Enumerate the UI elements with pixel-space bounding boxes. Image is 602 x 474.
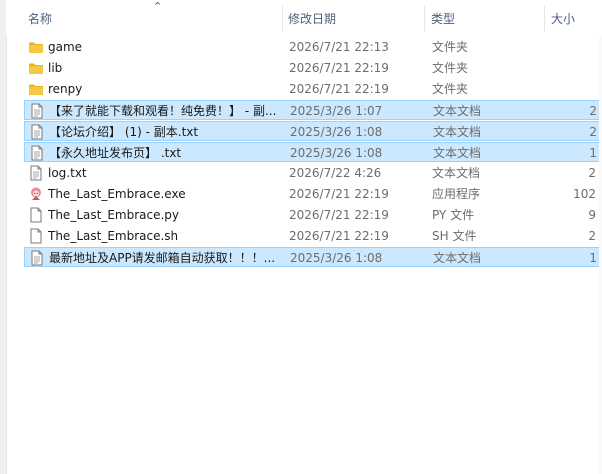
file-name: 【论坛介绍】 (1) - 副本.txt <box>49 125 199 139</box>
file-date: 2026/7/22 4:26 <box>289 166 382 180</box>
column-header-size[interactable]: 大小 <box>547 10 575 28</box>
file-date: 2025/3/26 1:07 <box>290 104 383 118</box>
file-date: 2026/7/21 22:19 <box>289 229 389 243</box>
file-date: 2026/7/21 22:19 <box>289 187 389 201</box>
file-size: 1 <box>589 251 597 265</box>
file-size: 2 <box>588 229 596 243</box>
file-row[interactable]: The_Last_Embrace.exe 2026/7/21 22:19 应用程序 1… <box>24 184 602 204</box>
file-date: 2025/3/26 1:08 <box>290 125 383 139</box>
file-type: PY 文件 <box>432 208 475 222</box>
file-row[interactable]: The_Last_Embrace.sh 2026/7/21 22:19 SH 文件 2 <box>24 226 602 246</box>
file-type: 应用程序 <box>432 187 481 201</box>
file-date: 2026/7/21 22:13 <box>289 40 389 54</box>
text-file-icon <box>28 165 44 181</box>
file-date: 2026/7/21 22:19 <box>289 82 389 96</box>
file-type: 文本文档 <box>433 146 482 160</box>
file-date: 2025/3/26 1:08 <box>290 146 383 160</box>
column-divider[interactable] <box>282 6 283 32</box>
file-row[interactable]: renpy 2026/7/21 22:19 文件夹 <box>24 79 602 99</box>
file-row[interactable]: log.txt 2026/7/22 4:26 文本文档 2 <box>24 163 602 183</box>
file-row[interactable]: game 2026/7/21 22:13 文件夹 <box>24 37 602 57</box>
file-size <box>544 58 596 78</box>
blank-file-icon <box>28 228 44 244</box>
sort-ascending-icon[interactable]: ⌃ <box>153 0 162 14</box>
file-date: 2026/7/21 22:19 <box>289 61 389 75</box>
file-type: 文本文档 <box>433 125 482 139</box>
file-row[interactable]: lib 2026/7/21 22:19 文件夹 <box>24 58 602 78</box>
text-file-icon <box>29 250 45 266</box>
left-pane-edge <box>0 0 7 474</box>
column-divider[interactable] <box>424 6 425 32</box>
column-header-date[interactable]: 修改日期 <box>284 10 336 28</box>
file-size <box>544 37 596 57</box>
file-row[interactable]: The_Last_Embrace.py 2026/7/21 22:19 PY 文件 9 <box>24 205 602 225</box>
column-header-name[interactable]: 名称 <box>24 10 52 28</box>
file-date: 2026/7/21 22:19 <box>289 208 389 222</box>
file-type: SH 文件 <box>432 229 477 243</box>
file-type: 文件夹 <box>432 82 469 96</box>
file-size: 9 <box>588 208 596 222</box>
file-size: 1 <box>589 146 597 160</box>
file-size: 2 <box>589 104 597 118</box>
file-type: 文本文档 <box>432 166 481 180</box>
file-name: log.txt <box>48 166 87 180</box>
blank-file-icon <box>28 207 44 223</box>
file-row[interactable]: 【永久地址发布页】 .txt 2025/3/26 1:08 文本文档 1 <box>24 142 602 162</box>
file-type: 文件夹 <box>432 61 469 75</box>
file-name: The_Last_Embrace.py <box>48 208 180 222</box>
file-row[interactable]: 最新地址及APP请发邮箱自动获取！！！... 2025/3/26 1:08 文本文档… <box>24 247 602 267</box>
text-file-icon <box>29 145 45 161</box>
file-name: 【永久地址发布页】 .txt <box>49 146 182 160</box>
column-header-type[interactable]: 类型 <box>427 10 455 28</box>
file-name: game <box>48 40 83 54</box>
file-row[interactable]: 【来了就能下载和观看！纯免费！】 - 副... 2025/3/26 1:07 文本文… <box>24 100 602 120</box>
file-date: 2025/3/26 1:08 <box>290 251 383 265</box>
file-size: 2 <box>588 166 596 180</box>
file-size: 102 <box>573 187 596 201</box>
file-size: 2 <box>589 125 597 139</box>
file-name: 【来了就能下载和观看！纯免费！】 - 副... <box>49 104 277 118</box>
column-header-bar: ⌃ 名称 修改日期 类型 大小 <box>6 0 602 36</box>
file-name: The_Last_Embrace.sh <box>48 229 179 243</box>
file-type: 文本文档 <box>433 251 482 265</box>
app-exe-icon <box>28 186 44 202</box>
file-row[interactable]: 【论坛介绍】 (1) - 副本.txt 2025/3/26 1:08 文本文档 2 <box>24 121 602 141</box>
file-name: renpy <box>48 82 83 96</box>
file-name: The_Last_Embrace.exe <box>48 187 186 201</box>
file-type: 文件夹 <box>432 40 469 54</box>
folder-icon <box>28 39 44 55</box>
file-name: 最新地址及APP请发邮箱自动获取！！！... <box>49 251 276 265</box>
folder-icon <box>28 81 44 97</box>
folder-icon <box>28 60 44 76</box>
text-file-icon <box>29 124 45 140</box>
file-type: 文本文档 <box>433 104 482 118</box>
text-file-icon <box>29 103 45 119</box>
file-size <box>544 79 596 99</box>
column-divider[interactable] <box>544 6 545 32</box>
file-name: lib <box>48 61 63 75</box>
